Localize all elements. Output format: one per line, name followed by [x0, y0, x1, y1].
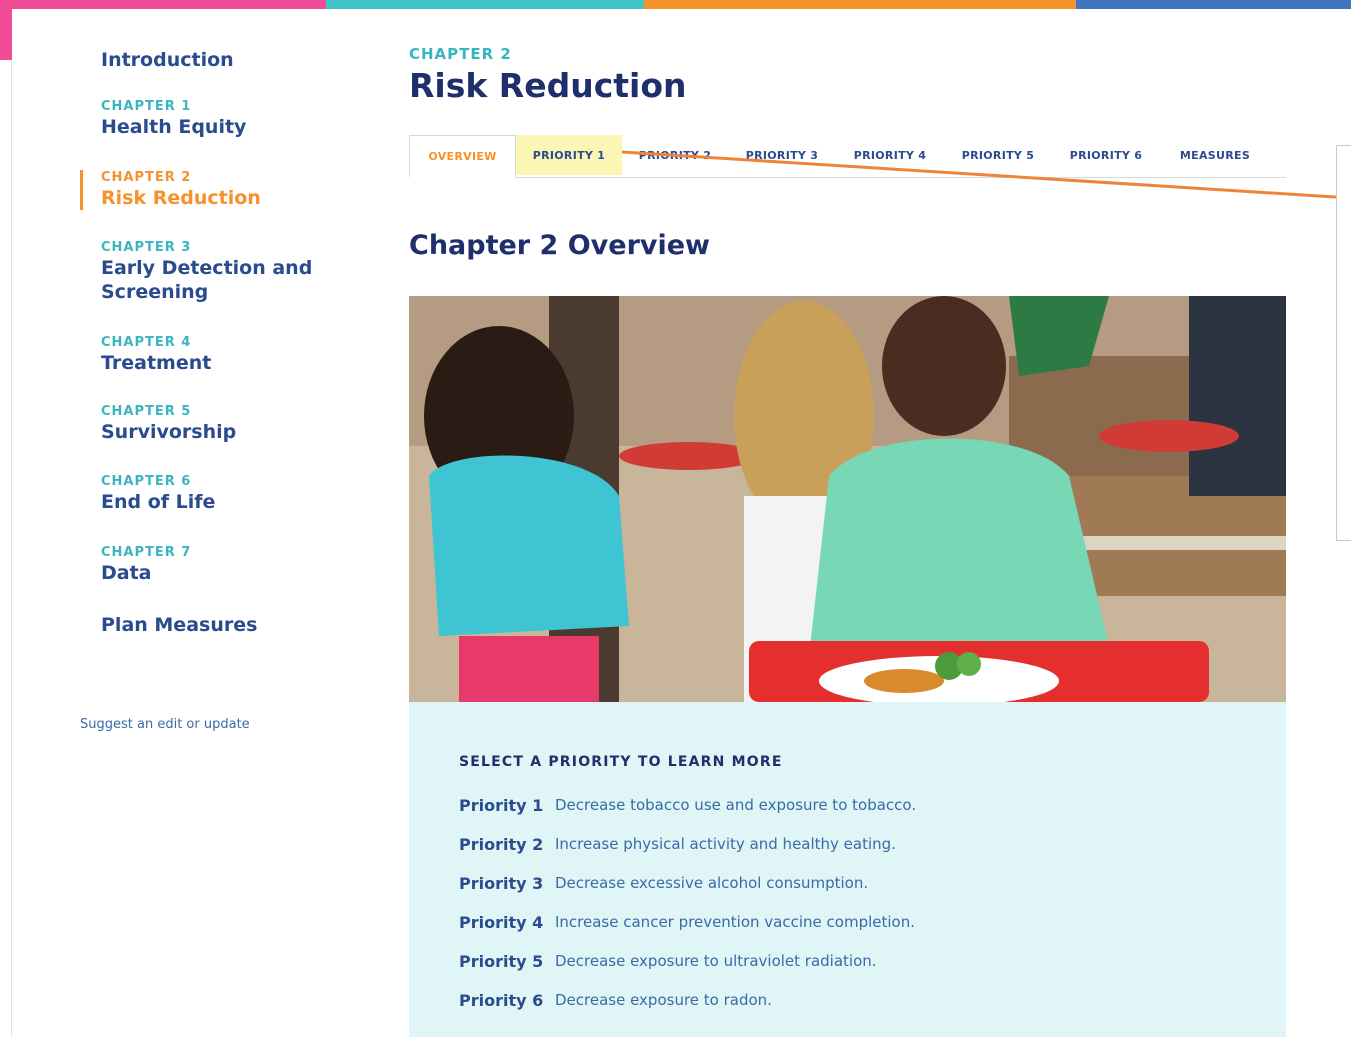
sidebar-item-kicker: CHAPTER 4	[101, 335, 192, 350]
top-color-bar	[0, 0, 1351, 9]
sidebar-item-kicker: CHAPTER 5	[101, 404, 192, 419]
sidebar-item-label: Early Detection and Screening	[101, 257, 313, 303]
sidebar-item-data[interactable]: CHAPTER 7 Data	[80, 545, 380, 585]
pink-corner-accent	[0, 0, 12, 60]
priority-label: Priority 4	[459, 912, 544, 932]
tab-priority-6[interactable]: PRIORITY 6	[1055, 135, 1157, 175]
photo-children-cafeteria-icon	[409, 296, 1286, 702]
sidebar-item-health-equity[interactable]: CHAPTER 1 Health Equity	[80, 99, 380, 139]
priority-label: Priority 2	[459, 834, 544, 854]
priority-label: Priority 3	[459, 873, 544, 893]
sidebar-item-plan-measures[interactable]: Plan Measures	[80, 613, 380, 637]
priority-link-4[interactable]: Priority 4 Increase cancer prevention va…	[459, 909, 915, 935]
priority-link-2[interactable]: Priority 2 Increase physical activity an…	[459, 831, 896, 857]
sidebar-item-kicker: CHAPTER 3	[101, 240, 192, 255]
tab-priority-2[interactable]: PRIORITY 2	[624, 135, 726, 175]
tab-priority-5[interactable]: PRIORITY 5	[947, 135, 1049, 175]
sidebar-item-introduction[interactable]: Introduction	[80, 48, 380, 72]
priority-link-1[interactable]: Priority 1 Decrease tobacco use and expo…	[459, 792, 916, 818]
sidebar-item-kicker: CHAPTER 2	[101, 170, 192, 185]
section-title: Chapter 2 Overview	[409, 230, 710, 261]
sidebar-item-risk-reduction[interactable]: CHAPTER 2 Risk Reduction	[80, 170, 383, 210]
priorities-heading: SELECT A PRIORITY TO LEARN MORE	[459, 754, 783, 770]
tab-priority-4[interactable]: PRIORITY 4	[839, 135, 941, 175]
tab-priority-3[interactable]: PRIORITY 3	[731, 135, 833, 175]
priority-description: Increase physical activity and healthy e…	[555, 835, 896, 853]
priority-label: Priority 1	[459, 795, 544, 815]
sidebar-item-label: Plan Measures	[101, 614, 258, 636]
priority-label: Priority 6	[459, 990, 544, 1010]
tab-measures[interactable]: MEASURES	[1165, 135, 1265, 175]
sidebar-item-end-of-life[interactable]: CHAPTER 6 End of Life	[80, 474, 380, 514]
priority-link-3[interactable]: Priority 3 Decrease excessive alcohol co…	[459, 870, 868, 896]
sidebar-item-early-detection[interactable]: CHAPTER 3 Early Detection and Screening	[80, 240, 380, 304]
priority-description: Decrease exposure to radon.	[555, 991, 772, 1009]
chapter-tabs: OVERVIEW PRIORITY 1 PRIORITY 2 PRIORITY …	[409, 135, 1286, 178]
page-title: Risk Reduction	[409, 66, 687, 105]
priority-description: Decrease exposure to ultraviolet radiati…	[555, 952, 877, 970]
left-border	[11, 60, 12, 1037]
suggest-edit-link[interactable]: Suggest an edit or update	[80, 717, 250, 732]
sidebar-item-kicker: CHAPTER 7	[101, 545, 192, 560]
priority-label: Priority 5	[459, 951, 544, 971]
sidebar-item-label: Introduction	[101, 49, 234, 71]
sidebar-item-label: Data	[101, 562, 152, 584]
priority-description: Decrease tobacco use and exposure to tob…	[555, 796, 917, 814]
sidebar-item-kicker: CHAPTER 1	[101, 99, 192, 114]
sidebar-item-label: Survivorship	[101, 421, 237, 443]
priority-link-6[interactable]: Priority 6 Decrease exposure to radon.	[459, 987, 772, 1013]
priority-link-5[interactable]: Priority 5 Decrease exposure to ultravio…	[459, 948, 877, 974]
sidebar-item-label: Health Equity	[101, 116, 247, 138]
sidebar-item-label: Treatment	[101, 352, 212, 374]
sidebar-item-survivorship[interactable]: CHAPTER 5 Survivorship	[80, 404, 380, 444]
side-panel-edge	[1336, 145, 1351, 541]
sidebar-item-label: End of Life	[101, 491, 216, 513]
priorities-panel: SELECT A PRIORITY TO LEARN MORE Priority…	[409, 702, 1286, 1037]
sidebar-item-treatment[interactable]: CHAPTER 4 Treatment	[80, 335, 380, 375]
sidebar-item-label: Risk Reduction	[101, 187, 261, 209]
tab-priority-1[interactable]: PRIORITY 1	[516, 135, 622, 175]
sidebar-item-kicker: CHAPTER 6	[101, 474, 192, 489]
tab-overview[interactable]: OVERVIEW	[409, 135, 516, 178]
priority-description: Decrease excessive alcohol consumption.	[555, 874, 869, 892]
page-kicker: CHAPTER 2	[409, 45, 512, 63]
priority-description: Increase cancer prevention vaccine compl…	[555, 913, 915, 931]
hero-image	[409, 296, 1286, 702]
